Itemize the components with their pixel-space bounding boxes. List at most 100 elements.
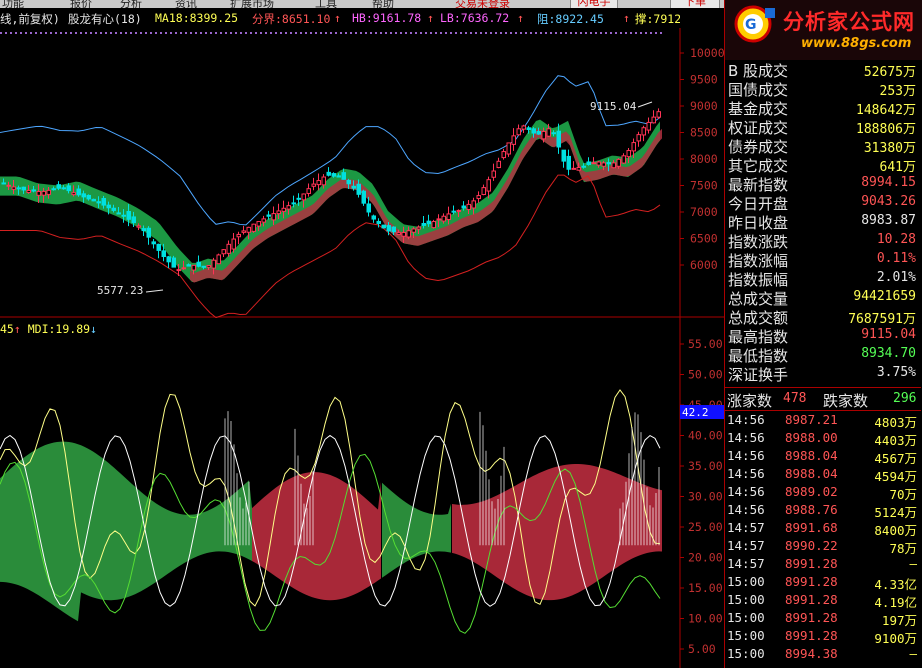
fenjie-value: 分界:8651.10 — [252, 12, 331, 26]
menu-item-news[interactable]: 资讯 — [175, 0, 197, 8]
menu-item-quote[interactable]: 报价 — [70, 0, 92, 8]
lb-value: LB:7636.72 — [440, 11, 510, 25]
tick-time: 15:00 — [727, 592, 765, 607]
candle — [496, 157, 501, 169]
flash-order-button[interactable]: 闪电手 — [570, 0, 618, 8]
place-order-button[interactable]: 下单 — [670, 0, 720, 8]
candle — [171, 255, 176, 268]
candle — [646, 117, 651, 134]
candle — [91, 198, 96, 202]
candle — [306, 183, 311, 197]
tick-row[interactable]: 14:56 8987.21 4803万 — [725, 412, 921, 430]
menu-item-analysis[interactable]: 分析 — [120, 0, 142, 8]
tick-row[interactable]: 14:56 8988.76 5124万 — [725, 502, 921, 520]
candle — [501, 148, 506, 160]
tick-volume: 8400万 — [874, 523, 917, 538]
candle — [146, 226, 151, 245]
stat-row: 最高指数 9115.04 — [725, 326, 919, 346]
stat-row: 其它成交 641万 — [725, 155, 919, 175]
tick-row[interactable]: 14:56 8988.00 4403万 — [725, 430, 921, 448]
tick-time: 14:57 — [727, 520, 765, 535]
up-count-label: 涨家数 — [727, 392, 773, 410]
price-axis-tick: 6000 — [690, 258, 718, 272]
stat-label: 最新指数 — [728, 176, 789, 194]
tick-price: 8990.22 — [785, 538, 838, 553]
stat-value: 9115.04 — [861, 327, 916, 342]
price-chart[interactable]: 10000 9500 9000 8500 8000 7500 7000 6500 6000 91… — [0, 28, 724, 318]
stat-label: 指数涨跌 — [728, 233, 789, 251]
stat-value: 8983.87 — [861, 213, 916, 228]
stat-row: 总成交量 94421659 — [725, 288, 919, 308]
candle — [521, 124, 526, 133]
candle — [561, 149, 566, 168]
tick-row[interactable]: 15:00 8991.28 4.19亿 — [725, 592, 921, 610]
logo-emblem-icon: G — [734, 5, 775, 43]
tick-row[interactable]: 14:56 8989.02 70万 — [725, 484, 921, 502]
stat-value: 8994.15 — [861, 175, 916, 190]
candle — [166, 255, 171, 269]
market-summary-panel: G 分析家公式网 www.88gs.com B 股成交 52675万 国债成交 253… — [724, 0, 922, 668]
tick-time: 14:56 — [727, 412, 765, 427]
tick-time: 15:00 — [727, 646, 765, 661]
stat-value: 253万 — [879, 84, 916, 99]
tick-row[interactable]: 15:00 8994.38 — — [725, 646, 921, 664]
tick-row[interactable]: 14:56 8988.04 4567万 — [725, 448, 921, 466]
candle — [241, 225, 246, 235]
stat-row: B 股成交 52675万 — [725, 60, 919, 80]
tick-row[interactable]: 15:00 8991.28 197万 — [725, 610, 921, 628]
tick-row[interactable]: 15:00 8991.28 4.33亿 — [725, 574, 921, 592]
stock-terminal-window: 功能 报价 分析 资讯 扩展市场 工具 帮助 交易未登录 闪电手 下单 线,前复… — [0, 0, 922, 668]
price-axis-tick: 8000 — [690, 152, 718, 166]
candle — [326, 167, 331, 177]
tick-row[interactable]: 15:00 8991.28 9100万 — [725, 628, 921, 646]
down-count-label: 跌家数 — [823, 392, 869, 410]
stat-value: 8934.70 — [861, 346, 916, 361]
high-price-label: 9115.04 — [590, 100, 637, 113]
candle — [481, 184, 486, 196]
indicator-axis-tick: 35.00 — [688, 459, 723, 473]
trade-login-link[interactable]: 交易未登录 — [455, 0, 510, 8]
indicator-axis-tick: 20.00 — [688, 551, 723, 565]
menu-item-help[interactable]: 帮助 — [372, 0, 394, 8]
stat-row: 国债成交 253万 — [725, 79, 919, 99]
indicator-axis-tick: 5.00 — [688, 642, 716, 656]
indicator-axis-tick: 55.00 — [688, 337, 723, 351]
tick-row[interactable]: 14:57 8991.68 8400万 — [725, 520, 921, 538]
tick-volume: 9100万 — [874, 631, 917, 646]
indicator-axis-tick: 50.00 — [688, 368, 723, 382]
stat-value: 188806万 — [856, 122, 916, 137]
tick-volume: 4.19亿 — [874, 595, 917, 610]
stat-label: 今日开盘 — [728, 195, 789, 213]
menu-item-tools[interactable]: 工具 — [315, 0, 337, 8]
tick-time: 14:56 — [727, 466, 765, 481]
tick-row[interactable]: 14:56 8988.04 4594万 — [725, 466, 921, 484]
tick-time: 14:56 — [727, 448, 765, 463]
tick-price: 8989.02 — [785, 484, 838, 499]
candle — [491, 163, 496, 181]
tick-row[interactable]: 14:57 8991.28 — — [725, 556, 921, 574]
indicator-name[interactable]: 股龙有心(18) — [68, 11, 142, 26]
tick-time: 14:57 — [727, 556, 765, 571]
stat-label: 指数涨幅 — [728, 252, 789, 270]
menu-item-extended-market[interactable]: 扩展市场 — [230, 0, 274, 8]
candle — [641, 125, 646, 142]
candle — [476, 191, 481, 203]
indicator-axis-tick: 15.00 — [688, 581, 723, 595]
candle — [586, 157, 591, 166]
candle — [566, 149, 571, 176]
candle — [381, 224, 386, 229]
candle — [151, 239, 156, 249]
stat-value: 52675万 — [863, 65, 916, 80]
tick-time: 14:56 — [727, 502, 765, 517]
menu-item-function[interactable]: 功能 — [2, 0, 24, 8]
tick-price: 8991.28 — [785, 592, 838, 607]
indicator-chart[interactable]: 55.0050.0045.0040.0035.0030.0025.0020.00… — [0, 318, 724, 668]
stat-row: 最低指数 8934.70 — [725, 345, 919, 365]
stat-label: 昨日收盘 — [728, 214, 789, 232]
stat-value: 7687591万 — [848, 312, 916, 327]
bull-cloud — [382, 482, 451, 578]
stat-label: 最低指数 — [728, 347, 789, 365]
candle — [216, 253, 221, 265]
tick-row[interactable]: 14:57 8990.22 78万 — [725, 538, 921, 556]
indicator-axis-tick: 30.00 — [688, 490, 723, 504]
